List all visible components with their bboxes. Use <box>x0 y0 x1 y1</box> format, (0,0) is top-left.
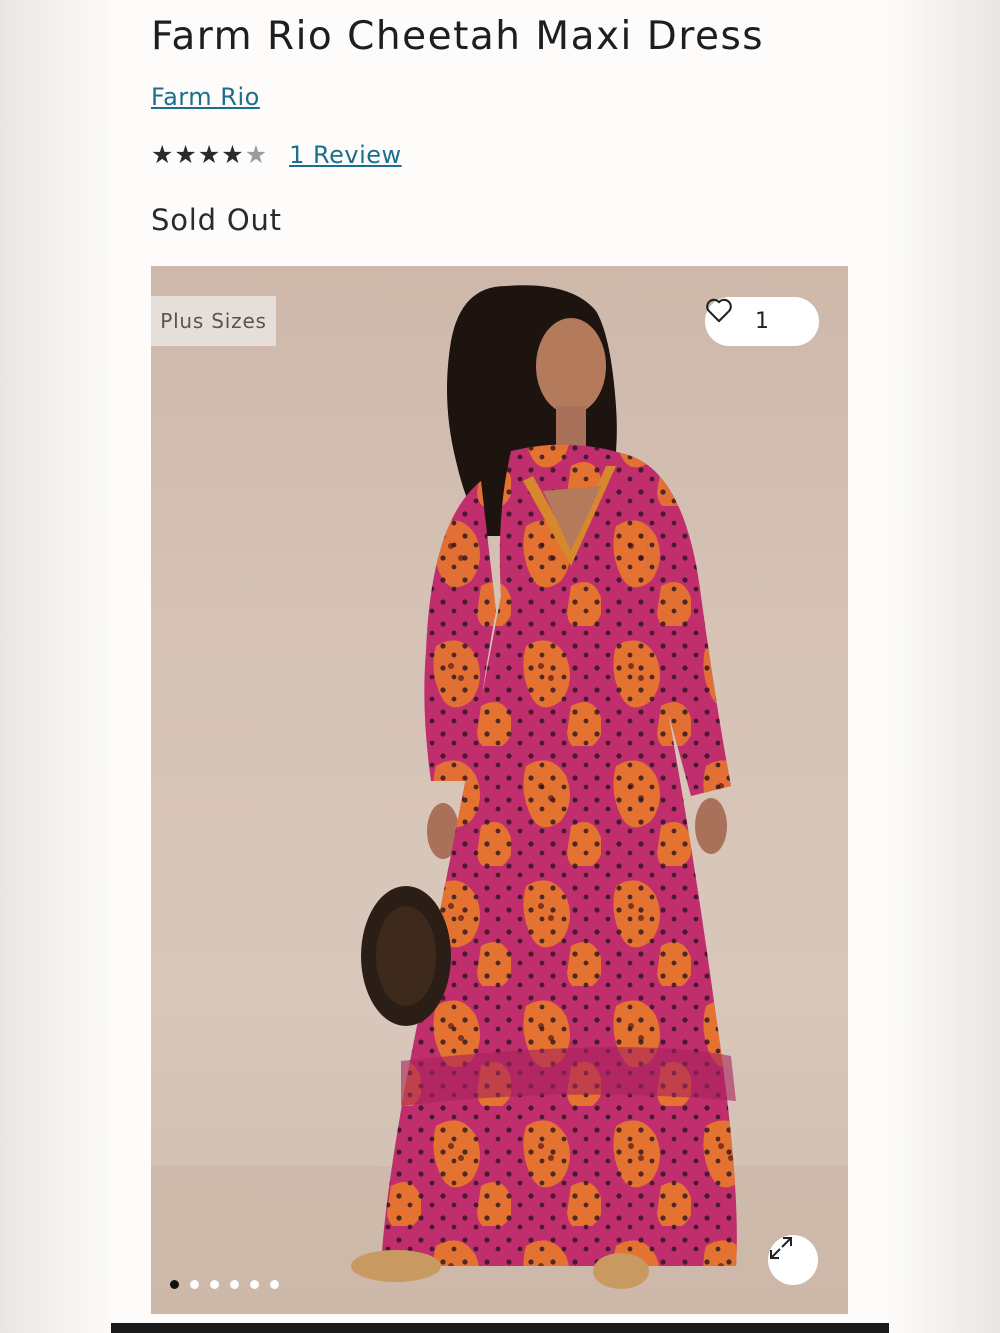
plus-sizes-badge: Plus Sizes <box>151 296 276 346</box>
product-title: Farm Rio Cheetah Maxi Dress <box>151 14 765 59</box>
pagination-dot[interactable] <box>270 1280 279 1289</box>
favorite-button[interactable]: 1 <box>705 297 819 346</box>
pagination-dot[interactable] <box>170 1280 179 1289</box>
heart-icon <box>706 298 732 323</box>
gallery-pagination <box>170 1280 279 1289</box>
pagination-dot[interactable] <box>230 1280 239 1289</box>
reviews-link[interactable]: 1 Review <box>289 141 402 169</box>
pagination-dot[interactable] <box>190 1280 199 1289</box>
star-icon: ★ <box>197 140 221 169</box>
star-icon: ★ <box>244 140 268 169</box>
product-image[interactable]: Plus Sizes 1 <box>151 266 848 1314</box>
favorite-count: 1 <box>755 309 769 334</box>
product-page: Farm Rio Cheetah Maxi Dress Farm Rio ★ ★ ★… <box>111 0 889 1333</box>
expand-button[interactable] <box>768 1235 818 1285</box>
model-photo <box>151 285 848 1314</box>
expand-icon <box>770 1237 792 1259</box>
star-icon: ★ <box>174 140 197 169</box>
pagination-dot[interactable] <box>250 1280 259 1289</box>
star-icon: ★ <box>151 140 174 169</box>
pagination-dot[interactable] <box>210 1280 219 1289</box>
stock-status: Sold Out <box>151 203 282 237</box>
product-rating: ★ ★ ★ ★ ★ 1 Review <box>151 140 402 170</box>
bottom-bar <box>111 1323 889 1333</box>
brand-link[interactable]: Farm Rio <box>151 83 260 111</box>
star-icon: ★ <box>221 140 244 169</box>
rating-stars: ★ ★ ★ ★ ★ <box>151 141 267 169</box>
